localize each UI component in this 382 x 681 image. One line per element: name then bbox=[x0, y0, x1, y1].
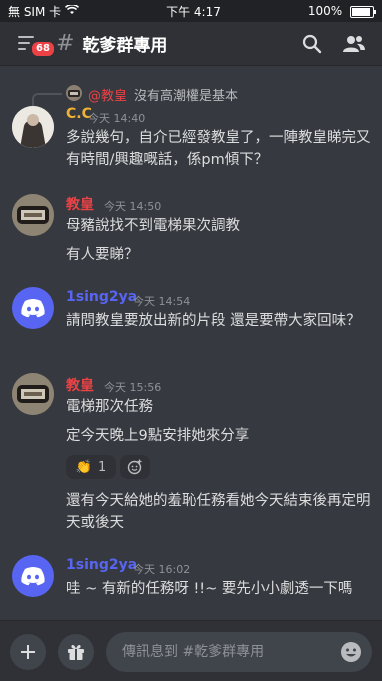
discord-logo-icon bbox=[21, 567, 45, 586]
avatar[interactable] bbox=[12, 555, 54, 597]
gift-icon bbox=[68, 645, 84, 660]
message-timestamp: 今天 14:50 bbox=[104, 200, 162, 213]
add-reaction-button[interactable] bbox=[120, 455, 150, 479]
emoji-picker-icon[interactable] bbox=[340, 641, 362, 663]
message-author[interactable]: 教皇 bbox=[66, 194, 94, 214]
message-text: 母豬說找不到電梯果次調教 bbox=[66, 218, 240, 234]
reply-connector bbox=[32, 93, 62, 107]
add-reaction-icon bbox=[127, 459, 142, 475]
message-author[interactable]: 教皇 bbox=[66, 375, 94, 395]
reply-avatar bbox=[66, 85, 82, 101]
reply-mention[interactable]: @教皇 bbox=[88, 85, 127, 104]
plus-icon bbox=[21, 645, 35, 659]
message-text: 有人要睇？ bbox=[66, 247, 139, 263]
message-text: 定今天晚上9點安排她來分享 bbox=[66, 428, 250, 444]
message-author[interactable]: 1sing2ya bbox=[66, 289, 137, 305]
message-input-box[interactable] bbox=[106, 632, 372, 672]
avatar[interactable] bbox=[12, 373, 54, 415]
message-text: 哇 ~ 有新的任務呀 !!~ 要先小小劇透一下嗎 bbox=[66, 581, 353, 597]
message-timestamp: 今天 14:54 bbox=[133, 295, 191, 308]
message-timestamp: 今天 14:40 bbox=[88, 112, 146, 125]
add-attachment-button[interactable] bbox=[10, 634, 46, 670]
reaction-count: 1 bbox=[97, 459, 107, 475]
message-composer bbox=[0, 620, 382, 681]
message-text: 還有今天給她的羞恥任務看她今天結束後再定明天或後天 bbox=[66, 493, 371, 531]
message-timestamp: 今天 15:56 bbox=[104, 381, 162, 394]
avatar[interactable] bbox=[12, 287, 54, 329]
message-text: 請問教皇要放出新的片段 還是要帶大家回味？ bbox=[66, 313, 361, 329]
message-list: @教皇 沒有高潮權是基本 C.C 今天 14:40 多說幾句，自介已經發教皇了，… bbox=[0, 0, 382, 620]
avatar[interactable] bbox=[12, 106, 54, 148]
clap-emoji: 👏 bbox=[75, 459, 92, 475]
message-text: 電梯那次任務 bbox=[66, 399, 153, 415]
discord-logo-icon bbox=[21, 299, 45, 318]
avatar[interactable] bbox=[12, 194, 54, 236]
gift-button[interactable] bbox=[58, 634, 94, 670]
reply-text[interactable]: 沒有高潮權是基本 bbox=[134, 85, 238, 104]
message-input[interactable] bbox=[120, 643, 334, 661]
message-timestamp: 今天 16:02 bbox=[133, 563, 191, 576]
message-text: 多說幾句，自介已經發教皇了，一陣教皇睇完又有時間/興趣嘅話，係pm傾下？ bbox=[66, 130, 371, 168]
message-author[interactable]: 1sing2ya bbox=[66, 557, 137, 573]
reaction-chip[interactable]: 👏 1 bbox=[66, 455, 116, 479]
